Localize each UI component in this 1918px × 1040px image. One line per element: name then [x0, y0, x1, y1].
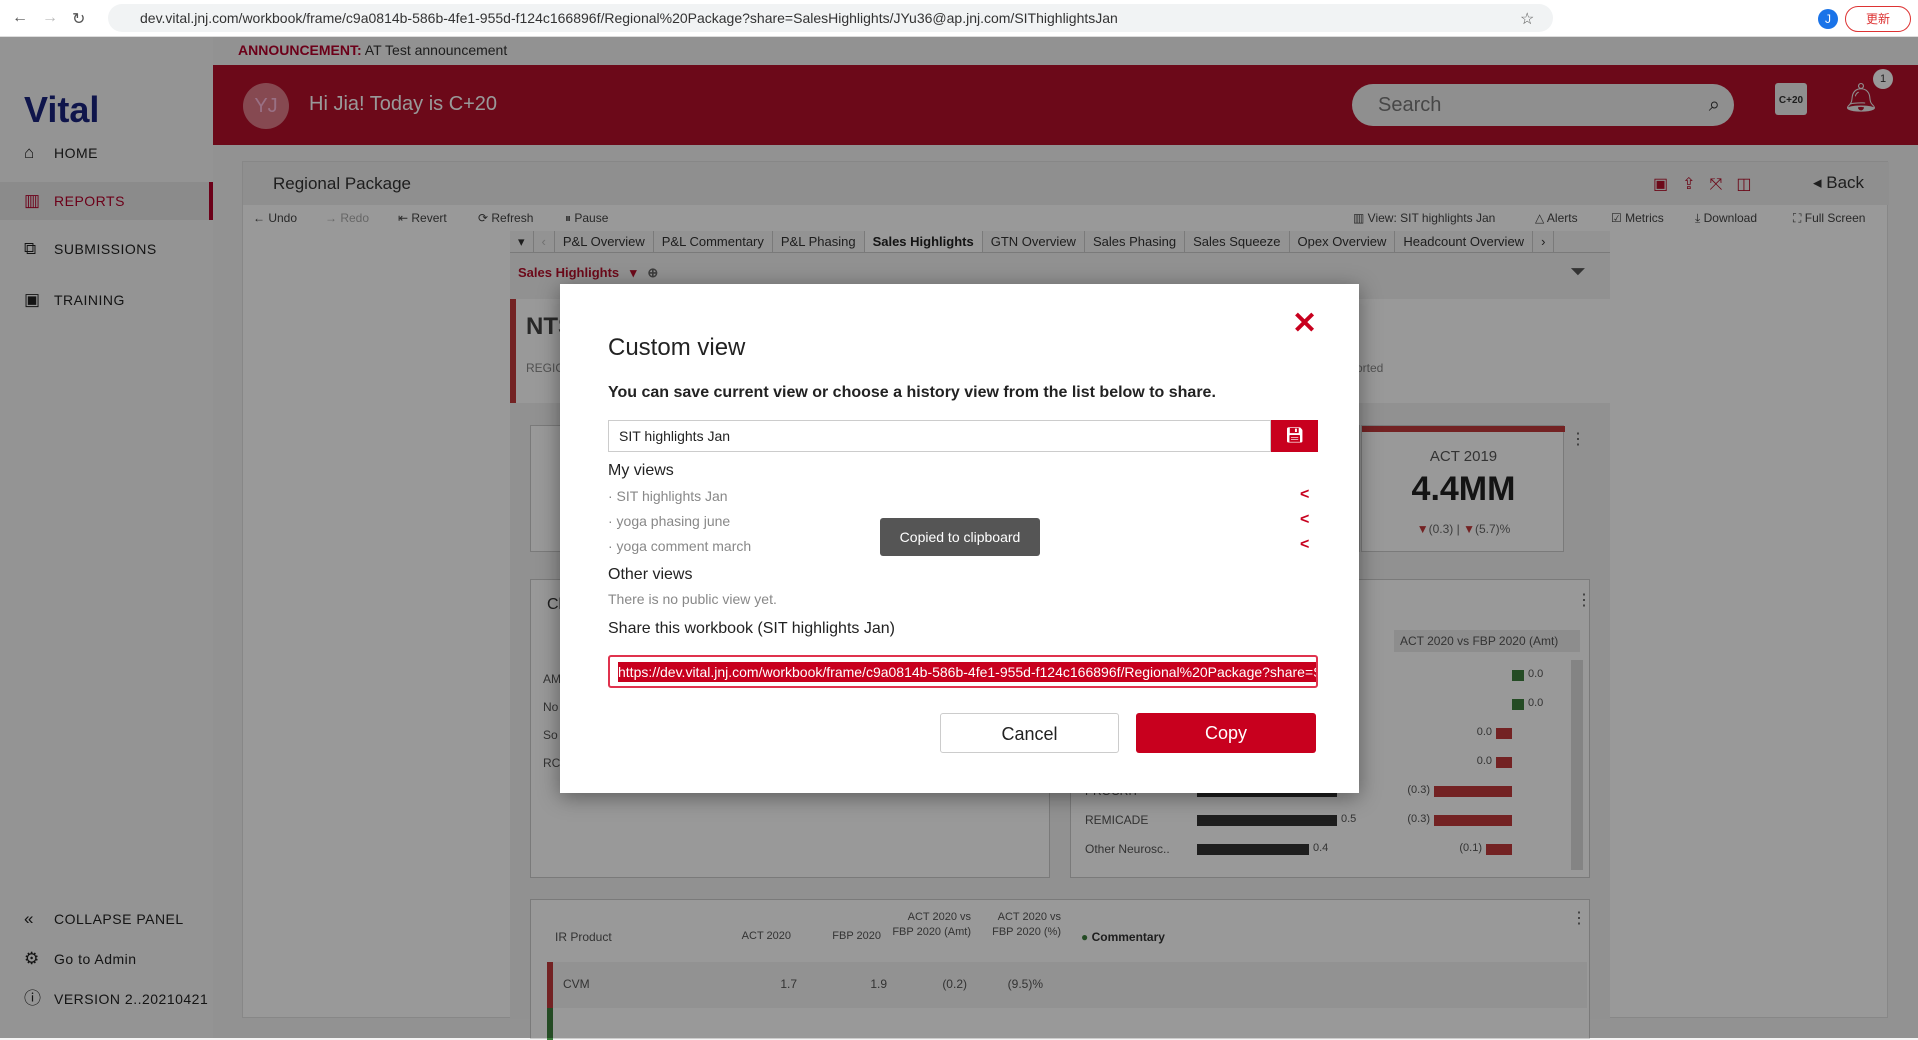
save-icon: 💾︎ [1284, 427, 1305, 444]
copied-tooltip: Copied to clipboard [880, 518, 1040, 556]
save-view-button[interactable]: 💾︎ [1271, 420, 1318, 452]
dialog-description: You can save current view or choose a hi… [608, 384, 1216, 401]
share-heading: Share this workbook (SIT highlights Jan) [608, 620, 895, 637]
view-item[interactable]: · yoga comment march [608, 538, 751, 554]
share-icon[interactable]: < [1300, 511, 1309, 529]
view-item[interactable]: · SIT highlights Jan [608, 488, 728, 504]
view-name-input[interactable]: SIT highlights Jan [608, 420, 1271, 452]
browser-toolbar: ← → ↻ dev.vital.jnj.com/workbook/frame/c… [0, 0, 1918, 37]
share-icon[interactable]: < [1300, 486, 1309, 504]
address-bar[interactable]: dev.vital.jnj.com/workbook/frame/c9a0814… [108, 4, 1553, 32]
close-icon[interactable]: ✕ [1292, 306, 1317, 341]
custom-view-dialog: ✕ Custom view You can save current view … [560, 284, 1359, 793]
forward-icon[interactable]: → [42, 9, 58, 27]
no-public-view-text: There is no public view yet. [608, 591, 777, 607]
share-icon[interactable]: < [1300, 536, 1309, 554]
update-button[interactable]: 更新 [1845, 6, 1911, 32]
my-views-heading: My views [608, 462, 674, 479]
back-icon[interactable]: ← [12, 9, 28, 27]
star-icon[interactable]: ☆ [1520, 9, 1534, 29]
reload-icon[interactable]: ↻ [72, 9, 85, 29]
other-views-heading: Other views [608, 566, 693, 583]
selected-url: https://dev.vital.jnj.com/workbook/frame… [618, 662, 1316, 682]
share-url-input[interactable]: https://dev.vital.jnj.com/workbook/frame… [608, 655, 1318, 688]
copy-button[interactable]: Copy [1136, 713, 1316, 753]
cancel-button[interactable]: Cancel [940, 713, 1119, 753]
view-item[interactable]: · yoga phasing june [608, 513, 730, 529]
dialog-title: Custom view [608, 334, 746, 361]
profile-avatar[interactable]: J [1818, 9, 1838, 29]
